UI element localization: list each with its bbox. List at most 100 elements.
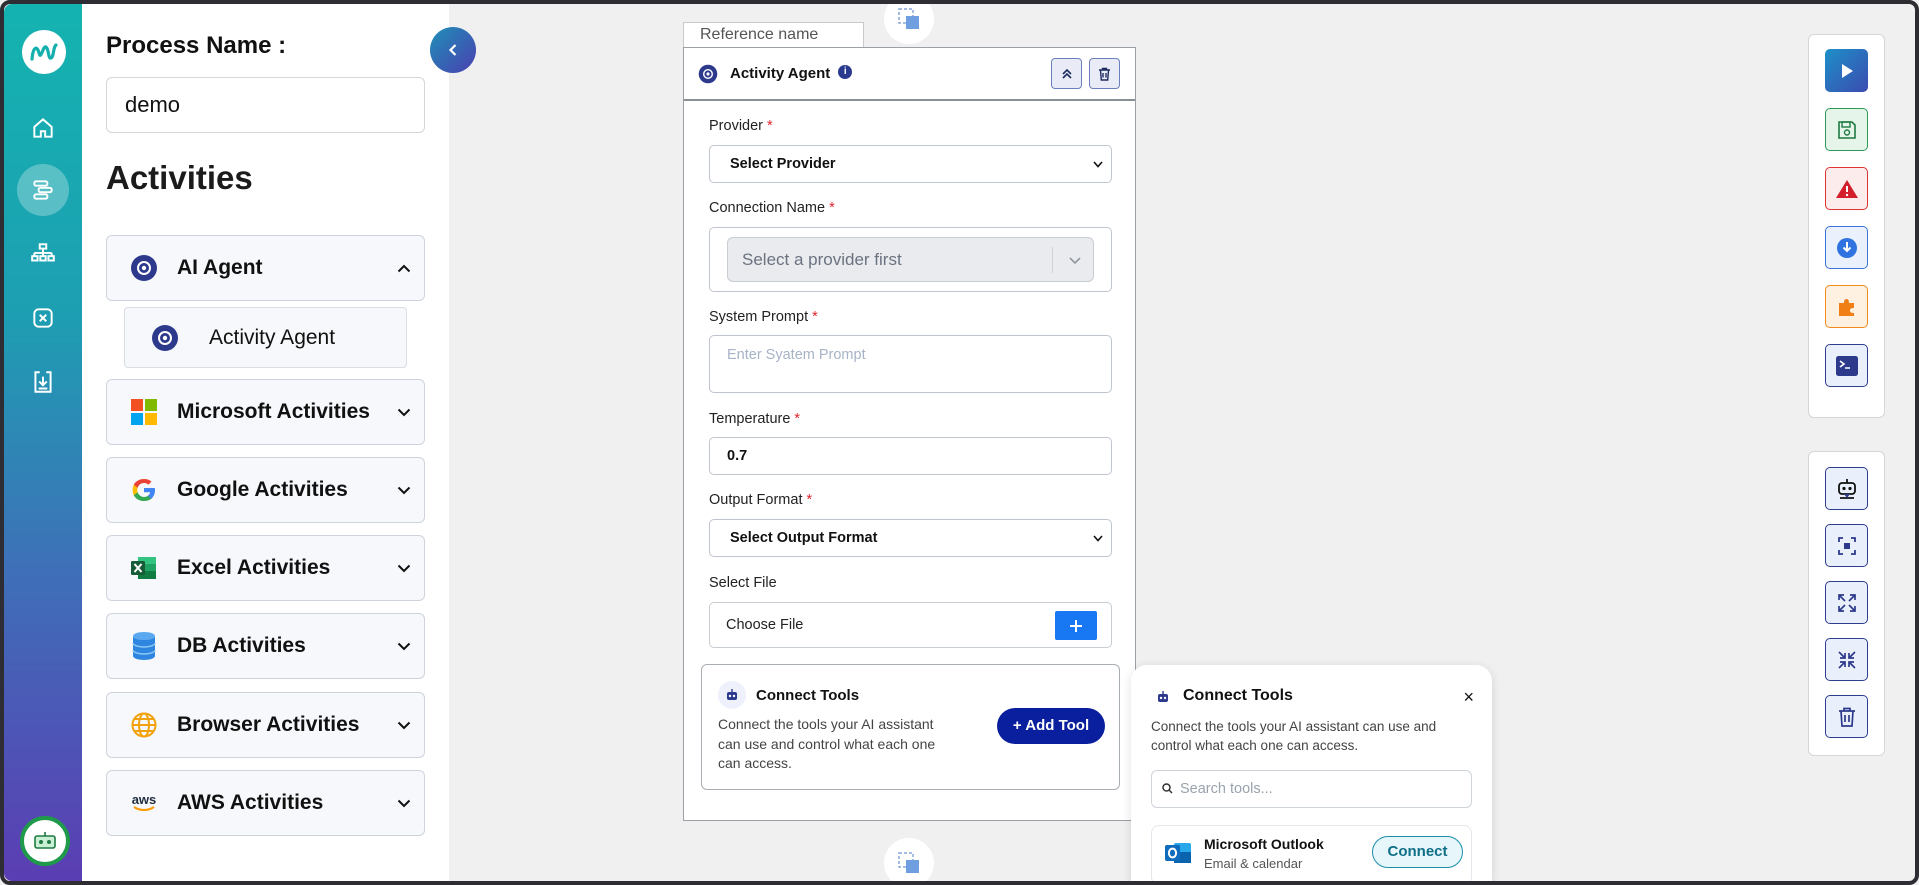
expand-button[interactable] xyxy=(1825,581,1868,624)
warnings-button[interactable] xyxy=(1825,167,1868,210)
chevron-down-icon[interactable] xyxy=(384,408,424,417)
connect-tools-description: Connect the tools your AI assistant can … xyxy=(718,716,936,771)
delete-node-button[interactable] xyxy=(1089,58,1120,89)
chevron-down-icon[interactable] xyxy=(384,799,424,808)
nav-process[interactable] xyxy=(17,164,69,216)
sub-item-activity-agent[interactable]: Activity Agent xyxy=(124,307,407,368)
gear-badge-icon xyxy=(698,64,718,83)
info-icon[interactable]: i xyxy=(838,64,853,79)
chevron-down-icon[interactable] xyxy=(384,721,424,730)
category-google[interactable]: Google Activities xyxy=(106,457,425,523)
collapse-icon xyxy=(1837,650,1856,669)
download-icon xyxy=(34,371,52,393)
outlook-icon xyxy=(1165,843,1191,863)
activities-panel: Process Name : demo Activities AI Agent … xyxy=(82,4,449,881)
delete-icon xyxy=(1838,707,1855,727)
category-label: Excel Activities xyxy=(177,556,331,579)
run-icon xyxy=(1841,63,1853,78)
nav-download[interactable] xyxy=(17,356,69,408)
toolbar-actions xyxy=(1808,34,1885,418)
chevron-down-icon xyxy=(1093,520,1103,556)
category-label: AI Agent xyxy=(177,256,263,279)
chevron-up-icon[interactable] xyxy=(384,264,424,273)
focus-button[interactable] xyxy=(1825,524,1868,567)
category-ai-agent[interactable]: AI Agent xyxy=(106,235,425,301)
expand-icon xyxy=(1837,593,1856,612)
category-label: Microsoft Activities xyxy=(177,400,370,423)
toolbar-view xyxy=(1808,451,1885,756)
search-tools-input[interactable]: Search tools... xyxy=(1151,770,1472,808)
process-name-input[interactable]: demo xyxy=(106,77,425,133)
double-chevron-up-icon xyxy=(1061,68,1072,79)
publish-button[interactable] xyxy=(1825,226,1868,269)
globe-icon xyxy=(129,710,159,740)
file-picker[interactable]: Choose File xyxy=(709,602,1112,648)
chevron-down-icon[interactable] xyxy=(384,564,424,573)
plugins-button[interactable] xyxy=(1825,285,1868,328)
trash-icon xyxy=(1099,67,1110,81)
nav-org-chart[interactable] xyxy=(17,228,69,280)
system-prompt-textarea[interactable]: Enter Syatem Prompt xyxy=(709,335,1112,393)
temperature-input[interactable]: 0.7 xyxy=(709,437,1112,475)
org-chart-icon xyxy=(31,243,55,262)
connect-button[interactable]: Connect xyxy=(1372,836,1463,868)
connection-select[interactable]: Select a provider first xyxy=(727,237,1094,282)
robot-icon xyxy=(718,681,746,709)
save-icon xyxy=(1837,120,1856,139)
sub-item-label: Activity Agent xyxy=(209,325,336,349)
collapse-node-button[interactable] xyxy=(1051,58,1082,89)
provider-label: Provider * xyxy=(709,118,773,134)
aws-logo-text: aws xyxy=(131,792,157,807)
connect-tools-card: Connect Tools Connect the tools your AI … xyxy=(701,664,1120,790)
home-icon xyxy=(33,118,53,138)
reference-name-input[interactable]: Reference name xyxy=(683,22,864,48)
chevron-down-icon xyxy=(1093,146,1103,182)
collapse-button[interactable] xyxy=(1825,638,1868,681)
category-label: AWS Activities xyxy=(177,791,324,814)
connector-icon xyxy=(898,852,919,873)
add-file-button[interactable] xyxy=(1055,611,1097,640)
category-browser[interactable]: Browser Activities xyxy=(106,692,425,758)
connection-label: Connection Name * xyxy=(709,200,835,216)
chevron-down-icon[interactable] xyxy=(384,486,424,495)
terminal-icon xyxy=(1835,355,1858,376)
logo-icon xyxy=(30,43,58,61)
close-icon[interactable]: × xyxy=(1463,687,1474,708)
app-logo[interactable] xyxy=(22,30,66,74)
output-format-select[interactable]: Select Output Format xyxy=(709,519,1112,557)
nav-home[interactable] xyxy=(17,102,69,154)
category-label: Google Activities xyxy=(177,478,348,501)
chevron-down-icon[interactable] xyxy=(384,642,424,651)
popup-description: Connect the tools your AI assistant can … xyxy=(1151,719,1437,753)
run-button[interactable] xyxy=(1825,49,1868,92)
robot-button[interactable] xyxy=(20,816,70,866)
top-connector[interactable] xyxy=(884,0,934,44)
clear-button[interactable] xyxy=(1825,695,1868,738)
node-header: Activity Agent i xyxy=(684,48,1135,101)
sidebar-rail xyxy=(4,4,82,881)
aws-icon: aws xyxy=(129,788,159,818)
save-button[interactable] xyxy=(1825,108,1868,151)
activity-agent-node: Activity Agent i Provider * Select Provid… xyxy=(683,47,1136,821)
category-label: DB Activities xyxy=(177,634,306,657)
plus-icon xyxy=(1070,619,1082,632)
warning-icon xyxy=(1835,179,1858,198)
output-format-label: Output Format * xyxy=(709,492,813,508)
category-microsoft[interactable]: Microsoft Activities xyxy=(106,379,425,445)
collapse-panel-button[interactable] xyxy=(430,27,476,73)
category-aws[interactable]: aws AWS Activities xyxy=(106,770,425,836)
nav-variables[interactable] xyxy=(17,292,69,344)
terminal-button[interactable] xyxy=(1825,344,1868,387)
provider-select[interactable]: Select Provider xyxy=(709,145,1112,183)
category-db[interactable]: DB Activities xyxy=(106,613,425,679)
process-icon xyxy=(33,180,53,200)
connection-field: Select a provider first xyxy=(709,227,1112,292)
add-tool-button[interactable]: + Add Tool xyxy=(997,708,1105,744)
select-file-label: Select File xyxy=(709,575,777,591)
category-excel[interactable]: Excel Activities xyxy=(106,535,425,601)
excel-icon xyxy=(129,553,159,583)
plugin-icon xyxy=(1838,298,1854,316)
variable-icon xyxy=(33,308,53,328)
bottom-connector[interactable] xyxy=(884,838,934,885)
bot-button[interactable] xyxy=(1825,467,1868,510)
